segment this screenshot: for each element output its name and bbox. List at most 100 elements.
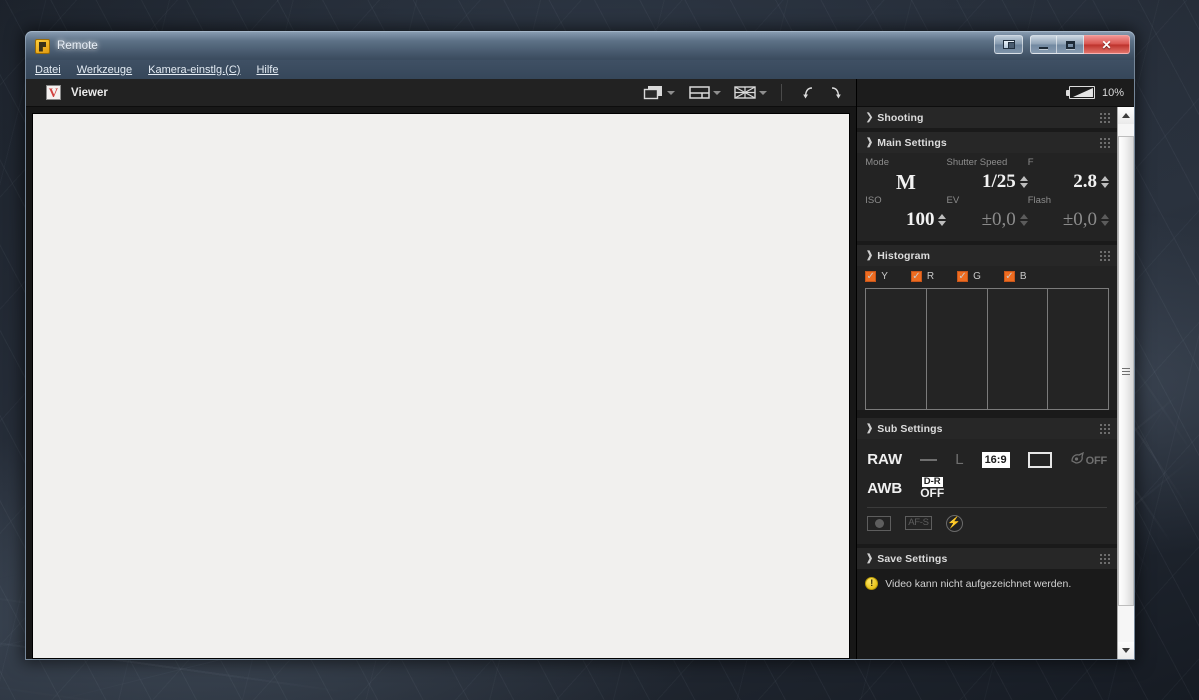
stepper-down-icon[interactable] xyxy=(1101,221,1110,226)
quality-jpeg-dash-icon[interactable] xyxy=(920,458,938,461)
creative-style-off[interactable]: OFF xyxy=(1070,452,1107,467)
field-flash-value-wrap[interactable]: ±0,0 xyxy=(1028,207,1110,233)
stepper-up-icon[interactable] xyxy=(1019,176,1028,181)
desktop-background: Remote ✕ Datei Werkzeuge Kamera-einstlg.… xyxy=(0,0,1199,700)
section-histogram-title: Histogram xyxy=(877,249,931,262)
scroll-down-button[interactable] xyxy=(1118,642,1134,659)
dynamic-range-value: OFF xyxy=(920,486,945,501)
histogram-channel-r[interactable]: ✓ R xyxy=(910,271,935,282)
section-histogram: ❱ Histogram ✓ Y ✓ R ✓ G ✓ B xyxy=(857,245,1117,410)
checkbox-checked-icon[interactable]: ✓ xyxy=(1003,271,1015,282)
field-mode-value-wrap[interactable]: M xyxy=(865,169,946,195)
main-settings-row-2: ISO 100 EV ±0,0 Flash ±0,0 xyxy=(865,195,1110,233)
field-ev-value-wrap[interactable]: ±0,0 xyxy=(946,207,1028,233)
checkbox-checked-icon[interactable]: ✓ xyxy=(910,271,922,282)
viewer-title: Viewer xyxy=(71,86,108,99)
grid-overlay-chevron-down-icon[interactable] xyxy=(759,90,768,95)
field-ev: EV ±0,0 xyxy=(946,195,1028,233)
metering-mode-icon[interactable] xyxy=(867,515,892,531)
crosshatch-grid-icon xyxy=(734,86,756,99)
stepper-down-icon[interactable] xyxy=(1019,183,1028,188)
dynamic-range-setting[interactable]: D-R OFF xyxy=(920,477,944,500)
stepper-down-icon[interactable] xyxy=(1101,183,1110,188)
stepper-up-icon[interactable] xyxy=(1019,214,1028,219)
drag-handle-icon[interactable] xyxy=(1100,423,1110,434)
white-balance-value[interactable]: AWB xyxy=(867,480,902,497)
stepper-down-icon[interactable] xyxy=(938,221,947,226)
iso-stepper[interactable] xyxy=(938,214,947,226)
field-shutter-speed-value-wrap[interactable]: 1/25 xyxy=(946,169,1028,195)
rotate-right-button[interactable] xyxy=(822,83,848,103)
layout-mode-chevron-down-icon[interactable] xyxy=(713,90,722,95)
live-view-preview[interactable] xyxy=(32,113,851,659)
menu-bar: Datei Werkzeuge Kamera-einstlg.(C) Hilfe xyxy=(26,60,1134,79)
checkbox-checked-icon[interactable]: ✓ xyxy=(865,271,877,282)
maximize-button[interactable] xyxy=(1057,35,1084,54)
aspect-ratio-value[interactable]: 16:9 xyxy=(981,451,1010,468)
focus-mode-afs-icon[interactable]: AF-S xyxy=(905,516,932,530)
app-icon xyxy=(35,38,50,54)
panel-status-bar: 10% xyxy=(857,79,1134,107)
restore-down-button[interactable] xyxy=(994,35,1023,54)
section-shooting-header[interactable]: ❯ Shooting xyxy=(857,107,1117,128)
minimize-icon xyxy=(1039,47,1048,49)
histogram-channel-g[interactable]: ✓ G xyxy=(957,271,981,282)
menu-item-hilfe[interactable]: Hilfe xyxy=(256,64,278,76)
histogram-division xyxy=(927,289,988,409)
drag-handle-icon[interactable] xyxy=(1100,250,1110,261)
sub-settings-row-2: AWB D-R OFF xyxy=(867,474,1107,503)
scrollbar-track[interactable] xyxy=(1118,124,1134,642)
section-save-settings-title: Save Settings xyxy=(877,552,948,565)
section-sub-settings-header[interactable]: ❱ Sub Settings xyxy=(857,418,1117,439)
histogram-channel-b[interactable]: ✓ B xyxy=(1003,271,1027,282)
stepper-up-icon[interactable] xyxy=(1101,176,1110,181)
field-aperture-value-wrap[interactable]: 2.8 xyxy=(1028,169,1110,195)
scroll-up-button[interactable] xyxy=(1118,107,1134,124)
stepper-up-icon[interactable] xyxy=(1101,214,1110,219)
rotate-left-button[interactable] xyxy=(796,83,822,103)
scrollbar-thumb[interactable] xyxy=(1118,136,1134,606)
quality-raw-value[interactable]: RAW xyxy=(867,451,902,468)
section-shooting-title: Shooting xyxy=(877,111,924,124)
stepper-down-icon[interactable] xyxy=(1019,221,1028,226)
checkbox-checked-icon[interactable]: ✓ xyxy=(957,271,969,282)
picture-size-value[interactable]: L xyxy=(955,451,963,468)
menu-item-kamera-einstellungen[interactable]: Kamera-einstlg.(C) xyxy=(148,64,240,76)
chevron-up-icon xyxy=(1122,113,1130,118)
field-iso-value: 100 xyxy=(905,209,935,230)
close-button[interactable]: ✕ xyxy=(1084,35,1130,54)
drag-handle-icon[interactable] xyxy=(1100,112,1110,123)
menu-item-hilfe-label: Hilfe xyxy=(256,63,279,76)
field-iso-value-wrap[interactable]: 100 xyxy=(865,207,947,233)
menu-item-werkzeuge[interactable]: Werkzeuge xyxy=(77,64,132,76)
histogram-channel-y[interactable]: ✓ Y xyxy=(865,271,888,282)
layout-mode-icon[interactable] xyxy=(687,83,711,103)
section-main-settings-title: Main Settings xyxy=(877,136,947,149)
layout-mode-group xyxy=(687,83,722,103)
aperture-stepper[interactable] xyxy=(1101,176,1110,188)
window-controls-group: ✕ xyxy=(1030,35,1130,54)
panel-scrollbar[interactable] xyxy=(1117,107,1134,659)
panel-scroll-wrapper: ❯ Shooting ❱ Main Settings Mode M Shutte… xyxy=(857,107,1134,659)
histogram-division xyxy=(1048,289,1108,409)
sub-settings-row-1: RAW L 16:9 OFF xyxy=(867,445,1107,474)
shutter-speed-stepper[interactable] xyxy=(1019,176,1028,188)
battery-percentage: 10% xyxy=(1101,86,1124,99)
minimize-button[interactable] xyxy=(1030,35,1057,54)
section-main-settings-header[interactable]: ❱ Main Settings xyxy=(857,132,1117,153)
drag-handle-icon[interactable] xyxy=(1100,137,1110,148)
frame-icon[interactable] xyxy=(1027,451,1052,468)
stepper-up-icon[interactable] xyxy=(938,214,947,219)
ev-stepper[interactable] xyxy=(1019,214,1028,226)
section-histogram-header[interactable]: ❱ Histogram xyxy=(857,245,1117,266)
display-mode-icon[interactable] xyxy=(641,83,665,103)
flash-stepper[interactable] xyxy=(1101,214,1110,226)
menu-item-datei[interactable]: Datei xyxy=(35,64,61,76)
flash-off-icon[interactable]: ⚡ xyxy=(945,514,963,532)
grid-overlay-icon[interactable] xyxy=(733,83,757,103)
section-save-settings-header[interactable]: ❱ Save Settings xyxy=(857,548,1117,569)
display-mode-chevron-down-icon[interactable] xyxy=(667,90,676,95)
section-save-settings: ❱ Save Settings ! Video kann nicht aufge… xyxy=(857,548,1117,598)
drag-handle-icon[interactable] xyxy=(1100,553,1110,564)
histogram-channel-r-label: R xyxy=(926,271,935,282)
